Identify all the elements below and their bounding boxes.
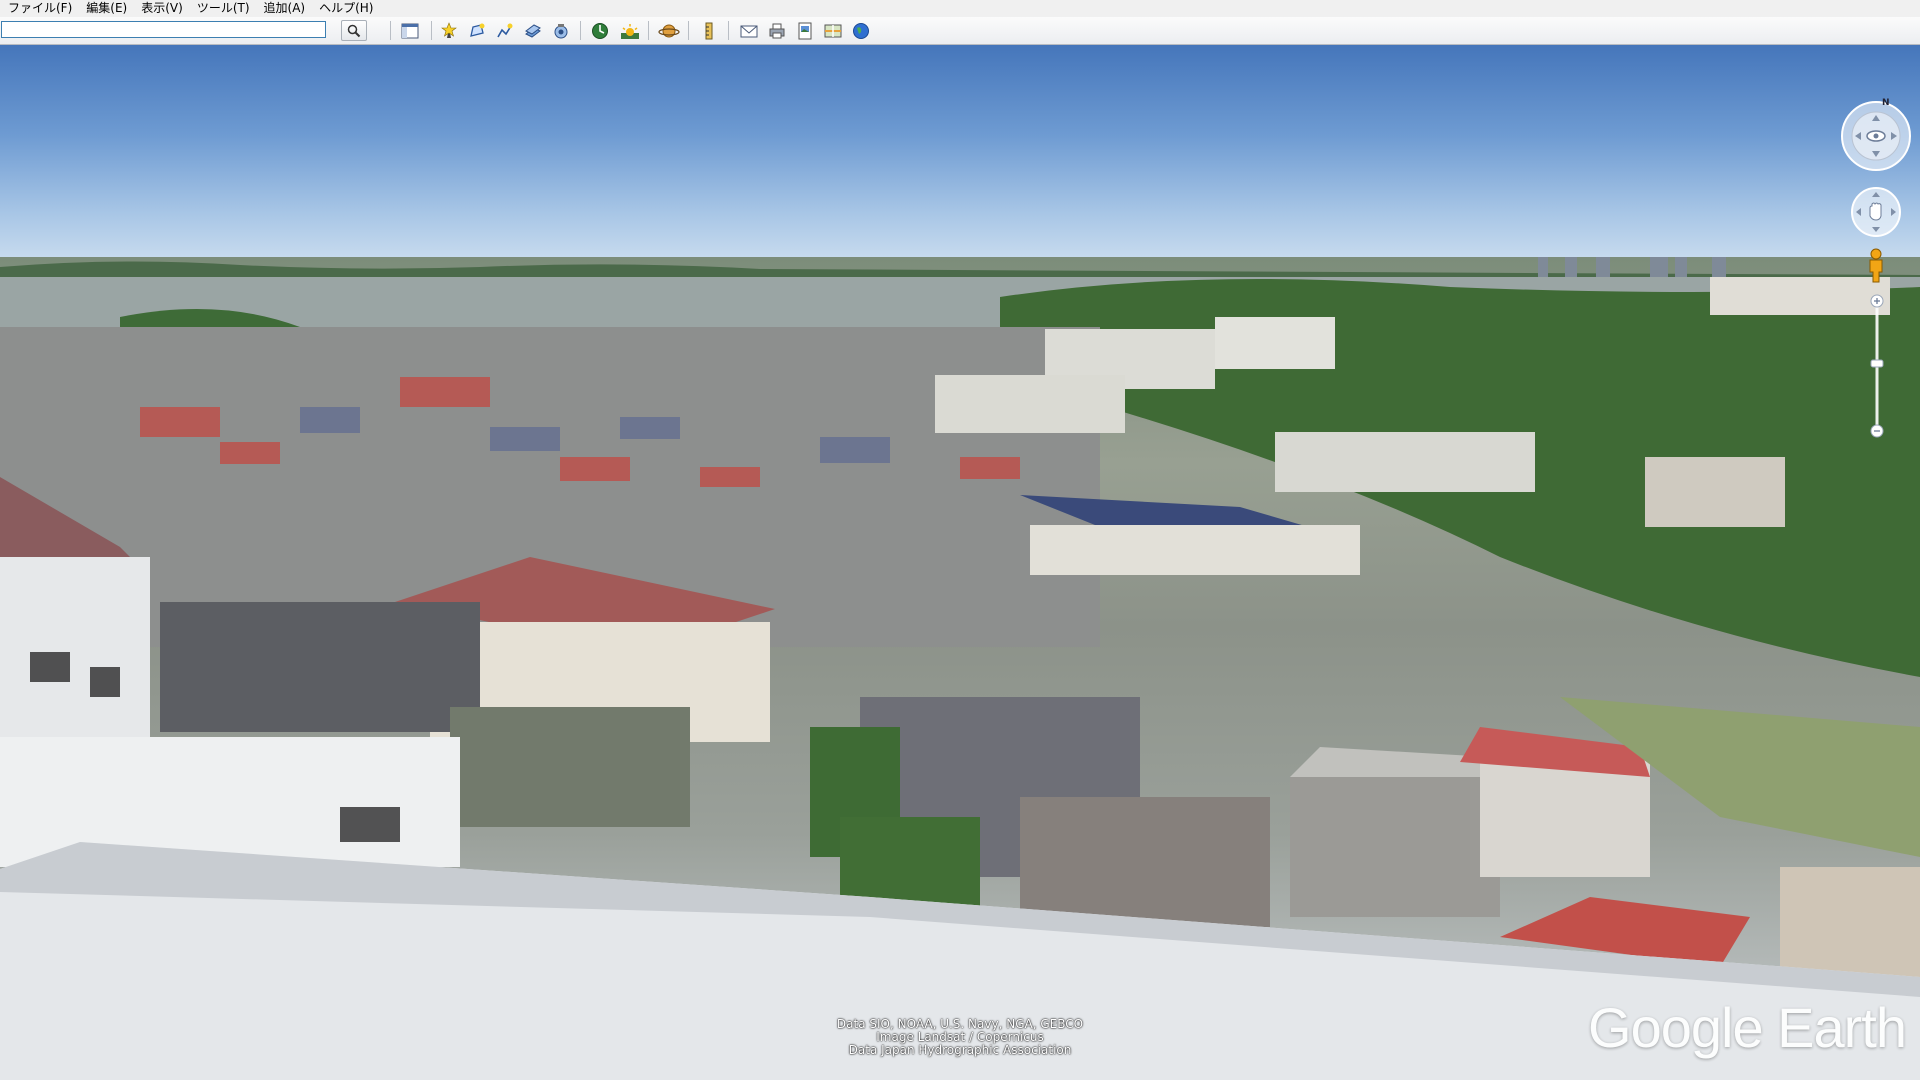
street-view-pegman-icon[interactable]: [1866, 248, 1886, 284]
attribution-line: Data Japan Hydrographic Association: [848, 1043, 1072, 1057]
add-placemark-button[interactable]: [437, 20, 461, 41]
search-input[interactable]: [1, 21, 326, 38]
earth-3d-view[interactable]: N Data SIO, NOAA, U.S. Navy, NGA, GEBCO …: [0, 45, 1920, 1080]
toolbar-separator: [688, 21, 689, 40]
menu-file[interactable]: ファイル(F): [0, 0, 78, 17]
sunlight-button[interactable]: [618, 20, 642, 41]
google-earth-logo: Google Earth: [1588, 996, 1907, 1059]
record-tour-button[interactable]: [549, 20, 573, 41]
sidebar-icon: [401, 23, 419, 38]
attribution: Data SIO, NOAA, U.S. Navy, NGA, GEBCO Im…: [780, 1018, 1140, 1057]
add-polygon-button[interactable]: [465, 20, 489, 41]
switch-planet-button[interactable]: [657, 20, 681, 41]
toolbar-separator: [390, 21, 391, 40]
email-button[interactable]: [737, 20, 761, 41]
sidebar-button[interactable]: [398, 20, 422, 41]
email-icon: [740, 25, 758, 37]
earth-view-button[interactable]: [849, 20, 873, 41]
north-indicator[interactable]: N: [1882, 98, 1890, 108]
historical-imagery-icon: [592, 22, 608, 39]
cityscape: [0, 257, 1920, 1080]
toolbar-separator: [580, 21, 581, 40]
print-icon: [769, 23, 785, 38]
zoom-thumb[interactable]: [1870, 359, 1884, 368]
toolbar-separator: [648, 21, 649, 40]
ruler-icon: [705, 22, 713, 39]
menu-tools[interactable]: ツール(T): [189, 0, 256, 17]
add-image-overlay-button[interactable]: [521, 20, 545, 41]
hand-icon: [1869, 202, 1882, 221]
sky: [0, 45, 1920, 270]
save-image-icon: [798, 22, 812, 39]
move-control[interactable]: [1850, 186, 1902, 238]
view-in-maps-button[interactable]: [821, 20, 845, 41]
zoom-slider[interactable]: [1869, 293, 1885, 439]
sun-icon: [621, 23, 639, 39]
menu-view[interactable]: 表示(V): [133, 0, 189, 17]
search-icon: [347, 24, 361, 37]
save-image-button[interactable]: [793, 20, 817, 41]
toolbar-separator: [728, 21, 729, 40]
print-button[interactable]: [765, 20, 789, 41]
path-icon: [497, 23, 513, 37]
historical-imagery-button[interactable]: [588, 20, 612, 41]
view-in-maps-icon: [824, 24, 842, 37]
image-overlay-icon: [525, 23, 541, 38]
ruler-button[interactable]: [697, 20, 721, 41]
menu-help[interactable]: ヘルプ(H): [311, 0, 379, 17]
planets-icon: [658, 24, 680, 37]
placemark-icon: [441, 21, 457, 38]
eye-icon: [1866, 130, 1886, 142]
add-path-button[interactable]: [493, 20, 517, 41]
search-button[interactable]: [341, 20, 367, 41]
polygon-icon: [470, 23, 485, 37]
menu-bar: ファイル(F) 編集(E) 表示(V) ツール(T) 追加(A) ヘルプ(H): [0, 0, 1920, 17]
menu-edit[interactable]: 編集(E): [78, 0, 133, 17]
toolbar-separator: [431, 21, 432, 40]
look-around-control[interactable]: [1840, 100, 1912, 172]
record-tour-icon: [554, 23, 568, 38]
earth-icon: [853, 22, 869, 39]
menu-add[interactable]: 追加(A): [256, 0, 312, 17]
